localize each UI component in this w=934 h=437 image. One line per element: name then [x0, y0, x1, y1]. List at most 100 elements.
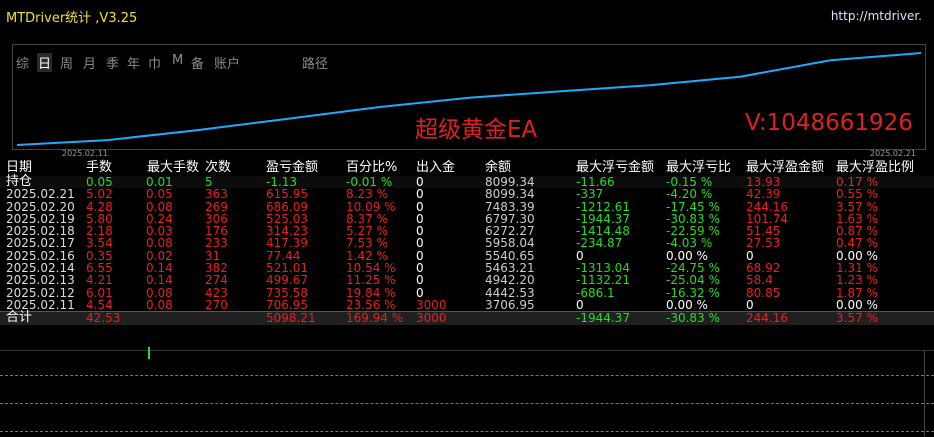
- cell-max-float-profit-pct: 3.57 %: [836, 199, 878, 214]
- cell-date: 2025.02.14: [6, 261, 75, 276]
- cell-lots: 5.80: [86, 211, 113, 226]
- cell-max-float-loss-pct: -30.83 %: [666, 211, 720, 226]
- cell-balance: 5540.65: [485, 248, 535, 263]
- header-max-float-loss-pct: 最大浮亏比: [666, 160, 732, 175]
- header-count: 次数: [205, 160, 232, 175]
- cell-balance: 5958.04: [485, 236, 535, 251]
- cell-max-float-profit-pct: 0.00 %: [836, 297, 878, 312]
- table-row: 2025.02.19 5.80 0.24 306 525.03 8.37 % 0…: [0, 213, 934, 225]
- cell-pnl: 525.03: [266, 211, 308, 226]
- cell-max-float-loss-pct: -24.75 %: [666, 261, 720, 276]
- cell-count: 306: [205, 211, 228, 226]
- grid-line: [0, 375, 934, 376]
- cell-max-float-profit-pct: 1.23 %: [836, 273, 878, 288]
- cell-max-float-loss-pct: -4.20 %: [666, 187, 713, 202]
- header-max-float-loss: 最大浮亏金额: [576, 160, 655, 175]
- cell-max-float-loss-pct: 0.00 %: [666, 248, 708, 263]
- cell-lots: 6.01: [86, 285, 113, 300]
- cell-pnl: 417.39: [266, 236, 308, 251]
- cell-lots: 5.02: [86, 187, 113, 202]
- cell-date: 2025.02.20: [6, 199, 75, 214]
- cell-max-lots: 0.03: [146, 224, 173, 239]
- cell-pnl: 686.09: [266, 199, 308, 214]
- header-max-lots: 最大手数: [147, 160, 200, 175]
- table-row: 2025.02.21 5.02 0.05 363 615.95 8.23 % 0…: [0, 188, 934, 200]
- cell-max-float-profit-pct: 0.55 %: [836, 187, 878, 202]
- cell-max-lots: 0.01: [146, 175, 173, 189]
- cell-max-float-loss-pct: 0.00 %: [666, 297, 708, 312]
- cell-max-float-loss: -1414.48: [576, 224, 630, 239]
- cell-max-float-profit-pct: 0.17 %: [836, 175, 878, 189]
- cell-max-lots: 0.05: [146, 187, 173, 202]
- cell-max-float-loss: -234.87: [576, 236, 623, 251]
- cell-io: 0: [416, 285, 424, 300]
- cell-max-float-profit-pct: 0.00 %: [836, 248, 878, 263]
- cell-max-lots: 0.08: [146, 297, 173, 312]
- cell-max-float-profit-pct: 1.63 %: [836, 211, 878, 226]
- cell-pnl: 735.58: [266, 285, 308, 300]
- header-max-float-profit: 最大浮盈金额: [746, 160, 825, 175]
- grid-line: [0, 431, 934, 432]
- cell-balance: 8099.34: [485, 175, 535, 189]
- cell-max-lots: 0.14: [146, 273, 173, 288]
- cell-max-lots: 0.08: [146, 236, 173, 251]
- cell-date: 合计: [6, 310, 33, 326]
- cell-io: 0: [416, 236, 424, 251]
- cell-pnl: 521.01: [266, 261, 308, 276]
- period-tabs: 综 日 周 月 季 年 巾 M 备 账户 路径: [0, 26, 934, 72]
- table-row: 2025.02.18 2.18 0.03 176 314.23 5.27 % 0…: [0, 225, 934, 237]
- cell-balance: 6797.30: [485, 211, 535, 226]
- cell-pct: 11.25 %: [346, 273, 396, 288]
- cell-pnl: 77.44: [266, 248, 301, 263]
- table-row: 2025.02.16 0.35 0.02 31 77.44 1.42 % 0 5…: [0, 250, 934, 262]
- cell-max-float-profit-pct: 0.47 %: [836, 236, 878, 251]
- chart-end-date: 2025.02.21: [870, 149, 916, 158]
- cell-pct: 8.23 %: [346, 187, 388, 202]
- cell-max-float-profit: 101.74: [746, 211, 788, 226]
- cell-max-float-loss: -11.66: [576, 175, 615, 189]
- cell-date: 2025.02.11: [6, 297, 75, 312]
- cell-date: 2025.02.19: [6, 211, 75, 226]
- cell-pct: -0.01 %: [346, 175, 393, 189]
- cell-max-lots: 0.08: [146, 285, 173, 300]
- cell-count: 233: [205, 236, 228, 251]
- cell-io: 0: [416, 199, 424, 214]
- header-max-float-profit-pct: 最大浮盈比例: [836, 160, 915, 175]
- cell-count: 269: [205, 199, 228, 214]
- price-scale-separator: [924, 350, 925, 436]
- cell-max-float-loss: -686.1: [576, 285, 615, 300]
- cell-max-float-loss: 0: [576, 248, 584, 263]
- chart-area-bottom: [0, 350, 934, 437]
- cell-max-lots: 0.24: [146, 211, 173, 226]
- cell-max-float-profit: 244.16: [746, 311, 788, 326]
- cell-pct: 5.27 %: [346, 224, 388, 239]
- cell-max-float-loss: -1944.37: [576, 311, 630, 326]
- cell-pnl: 499.67: [266, 273, 308, 288]
- cell-lots: 4.28: [86, 199, 113, 214]
- cell-lots: 2.18: [86, 224, 113, 239]
- cell-balance: 5463.21: [485, 261, 535, 276]
- cell-max-float-loss-pct: -17.45 %: [666, 199, 720, 214]
- cell-date: 2025.02.17: [6, 236, 75, 251]
- cell-io: 0: [416, 261, 424, 276]
- cell-pnl: 314.23: [266, 224, 308, 239]
- cell-max-float-profit-pct: 0.87 %: [836, 224, 878, 239]
- cell-count: 382: [205, 261, 228, 276]
- url-label[interactable]: http://mtdriver.: [831, 9, 922, 23]
- cell-pct: 23.56 %: [346, 297, 396, 312]
- cell-max-float-loss-pct: -0.15 %: [666, 175, 713, 189]
- volume-tick: [148, 347, 150, 359]
- ea-name-overlay: 超级黄金EA: [415, 117, 538, 143]
- cell-balance: 4442.53: [485, 285, 535, 300]
- cell-max-float-profit-pct: 1.87 %: [836, 285, 878, 300]
- header-balance: 余额: [485, 160, 512, 175]
- cell-max-float-profit: 42.39: [746, 187, 781, 202]
- cell-max-float-loss: -1212.61: [576, 199, 630, 214]
- cell-pct: 7.53 %: [346, 236, 388, 251]
- table-row: 2025.02.12 6.01 0.08 423 735.58 19.84 % …: [0, 287, 934, 299]
- cell-max-lots: 0.02: [146, 248, 173, 263]
- header-lots: 手数: [86, 160, 113, 175]
- cell-balance: 3706.95: [485, 297, 535, 312]
- cell-max-float-profit: 27.53: [746, 236, 781, 251]
- cell-count: 31: [205, 248, 221, 263]
